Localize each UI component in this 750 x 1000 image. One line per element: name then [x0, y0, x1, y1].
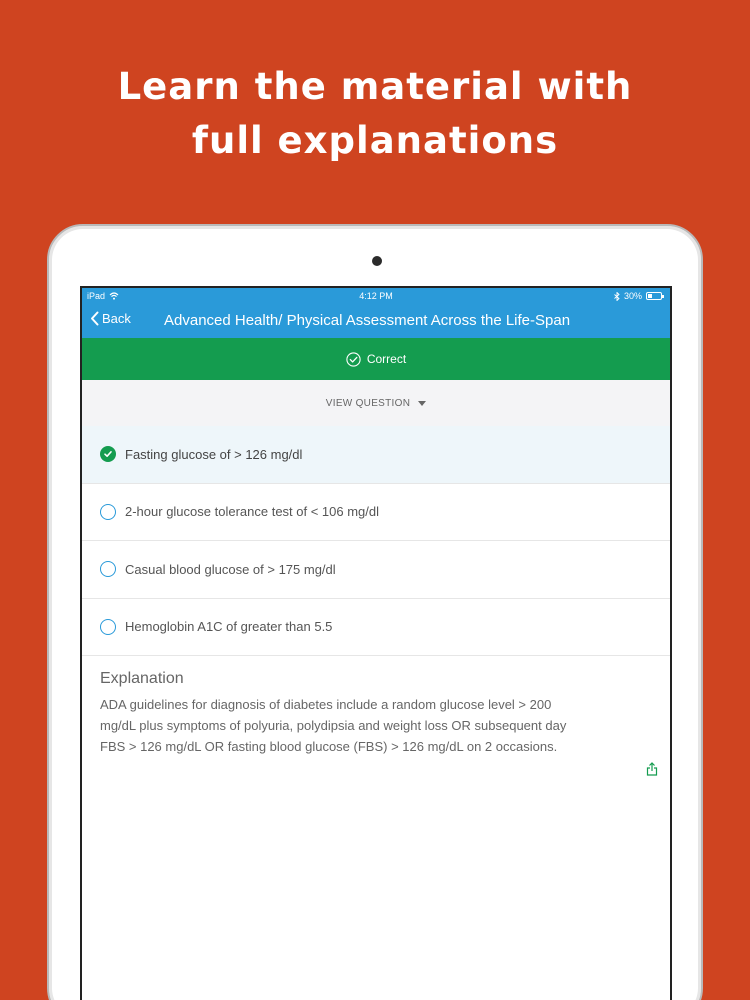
explanation-line: ADA guidelines for diagnosis of diabetes… [100, 697, 552, 712]
check-circle-filled-icon [100, 446, 116, 463]
bluetooth-icon [614, 291, 620, 301]
ipad-frame: iPad 4:12 PM 30% Back Advanced Health/ P… [47, 224, 703, 1000]
battery-percent: 30% [623, 291, 642, 301]
status-bar: iPad 4:12 PM 30% [82, 288, 670, 304]
camera-icon [372, 256, 382, 266]
explanation-line: mg/dL plus symptoms of polyuria, polydip… [100, 718, 567, 733]
chevron-left-icon [91, 311, 99, 326]
radio-empty-icon [100, 503, 116, 520]
answer-option[interactable]: 2-hour glucose tolerance test of < 106 m… [82, 484, 670, 541]
app-screen: iPad 4:12 PM 30% Back Advanced Health/ P… [80, 286, 672, 1000]
answer-text: Hemoglobin A1C of greater than 5.5 [125, 619, 333, 635]
answer-text: Casual blood glucose of > 175 mg/dl [125, 561, 336, 577]
answer-text: Fasting glucose of > 126 mg/dl [125, 446, 303, 462]
share-icon [646, 762, 658, 776]
page-title: Advanced Health/ Physical Assessment Acr… [164, 312, 571, 329]
headline-line-2: full explanations [191, 119, 559, 162]
answer-list: Fasting glucose of > 126 mg/dl 2-hour gl… [82, 426, 670, 656]
explanation-line: FBS > 126 mg/dL OR fasting blood glucose… [100, 739, 558, 754]
result-banner: Correct [82, 338, 670, 380]
share-button[interactable] [646, 761, 658, 780]
result-label: Correct [366, 352, 407, 366]
answer-option[interactable]: Casual blood glucose of > 175 mg/dl [82, 541, 670, 599]
nav-bar: iPad 4:12 PM 30% Back Advanced Health/ P… [82, 288, 670, 338]
status-time: 4:12 PM [359, 291, 393, 301]
radio-empty-icon [100, 618, 116, 635]
view-question-toggle[interactable]: VIEW QUESTION [82, 380, 670, 426]
check-circle-icon [346, 351, 361, 367]
explanation-title: Explanation [100, 670, 184, 687]
explanation-body: ADA guidelines for diagnosis of diabetes… [100, 694, 630, 757]
answer-option[interactable]: Hemoglobin A1C of greater than 5.5 [82, 599, 670, 656]
answer-option[interactable]: Fasting glucose of > 126 mg/dl [82, 426, 670, 484]
view-question-label: VIEW QUESTION [325, 397, 411, 409]
caret-down-icon [418, 400, 427, 406]
battery-icon [646, 292, 664, 300]
headline-line-1: Learn the material with [117, 65, 633, 108]
back-label: Back [102, 311, 131, 326]
marketing-headline: Learn the material with full explanation… [0, 60, 750, 168]
answer-text: 2-hour glucose tolerance test of < 106 m… [125, 504, 380, 520]
explanation-section: Explanation ADA guidelines for diagnosis… [100, 670, 630, 757]
radio-empty-icon [100, 561, 116, 578]
back-button[interactable]: Back [90, 311, 131, 326]
